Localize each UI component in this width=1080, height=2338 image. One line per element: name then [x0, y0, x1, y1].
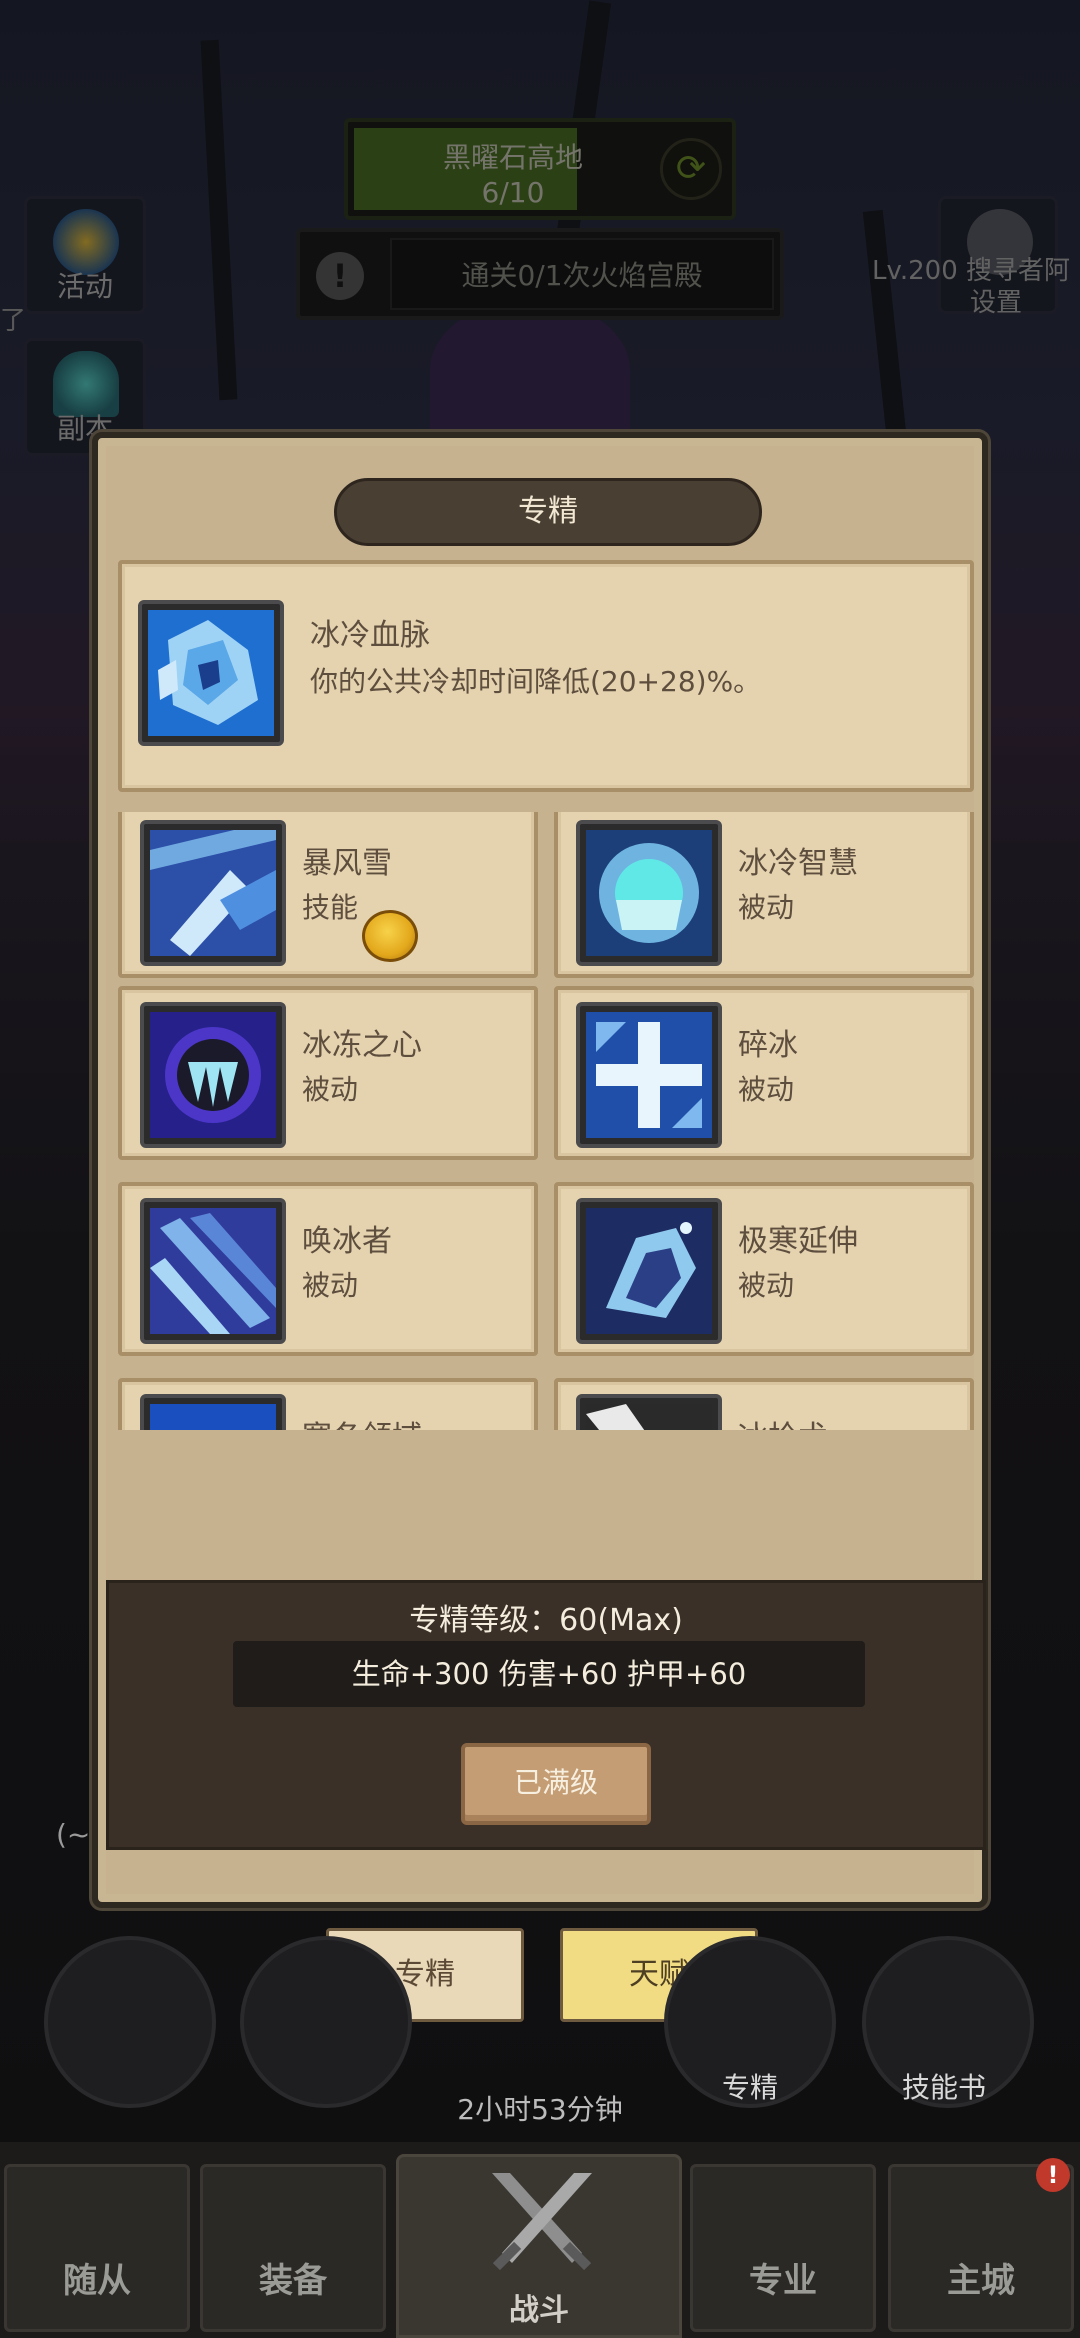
- featured-talent-desc: 你的公共冷却时间降低(20+28)%。: [310, 665, 762, 698]
- talent-name: 唤冰者: [302, 1224, 392, 1259]
- cold-wisdom-icon: [576, 820, 722, 966]
- frozen-heart-icon: [140, 1002, 286, 1148]
- specialization-panel: 专精 冰冷血脉 你的公共冷却时间降低(20+28)%。 暴风雪 技能 冰冷智慧 …: [92, 432, 988, 1908]
- talent-card-ice-caller[interactable]: 唤冰者 被动: [118, 1182, 538, 1356]
- winter-domain-icon: [140, 1394, 286, 1430]
- partial-text: (~: [56, 1818, 91, 1851]
- talent-card-cold-wisdom[interactable]: 冰冷智慧 被动: [554, 812, 974, 978]
- nav-profession[interactable]: 专业: [690, 2164, 876, 2332]
- talent-type: 被动: [738, 1073, 795, 1106]
- extreme-cold-icon: [576, 1198, 722, 1344]
- spec-level-section: 专精等级：60(Max) 生命+300 伤害+60 护甲+60 已满级: [106, 1580, 986, 1850]
- talent-name: 冰冷智慧: [738, 846, 858, 881]
- nav-equipment[interactable]: 装备: [200, 2164, 386, 2332]
- nav-label: 主城: [947, 2261, 1015, 2301]
- nav-followers[interactable]: 随从: [4, 2164, 190, 2332]
- nav-label: 随从: [63, 2261, 131, 2301]
- talent-card-ice-lance[interactable]: 冰枪术 60级开启: [554, 1378, 974, 1430]
- talent-name: 极寒延伸: [738, 1224, 858, 1259]
- talent-type: 被动: [302, 1269, 359, 1302]
- talent-card-shatter[interactable]: 碎冰 被动: [554, 986, 974, 1160]
- ice-caller-icon: [140, 1198, 286, 1344]
- talent-type: 被动: [302, 1073, 359, 1106]
- max-level-button[interactable]: 已满级: [461, 1743, 651, 1825]
- talent-name: 暴风雪: [302, 846, 392, 881]
- shatter-icon: [576, 1002, 722, 1148]
- talent-name: 冰冻之心: [302, 1028, 422, 1063]
- talent-type: 技能: [302, 891, 359, 924]
- talent-card-frozen-heart[interactable]: 冰冻之心 被动: [118, 986, 538, 1160]
- talent-name: 碎冰: [738, 1028, 798, 1063]
- nav-label: 专业: [749, 2261, 817, 2301]
- talent-card-extreme-cold[interactable]: 极寒延伸 被动: [554, 1182, 974, 1356]
- gold-coin-icon: [362, 910, 418, 962]
- talent-card-blizzard[interactable]: 暴风雪 技能: [118, 812, 538, 978]
- nav-label: 战斗: [509, 2293, 569, 2328]
- potion-button[interactable]: [44, 1936, 216, 2108]
- featured-talent-card[interactable]: 冰冷血脉 你的公共冷却时间降低(20+28)%。: [118, 560, 974, 792]
- talent-grid: 暴风雪 技能 冰冷智慧 被动 冰冻之心 被动 碎冰 被动 唤冰者 被动 极寒延伸…: [118, 812, 974, 1430]
- talent-name: 冰枪术: [738, 1412, 828, 1430]
- panel-title: 专精: [334, 478, 762, 546]
- round-button[interactable]: [240, 1936, 412, 2108]
- talent-card-winter-domain[interactable]: 寒冬领域 技能: [118, 1378, 538, 1430]
- notification-badge: !: [1036, 2158, 1070, 2192]
- nav-label: 装备: [259, 2261, 327, 2301]
- featured-talent-name: 冰冷血脉: [310, 618, 430, 653]
- idle-timer: 2小时53分钟: [457, 2093, 623, 2126]
- crossed-swords-icon: [492, 2173, 592, 2271]
- frost-blood-icon: [138, 600, 284, 746]
- nav-battle[interactable]: 战斗: [396, 2154, 682, 2338]
- spec-stats-bar: 生命+300 伤害+60 护甲+60: [233, 1641, 865, 1707]
- talent-name: 寒冬领域: [302, 1412, 422, 1430]
- talent-type: 被动: [738, 891, 795, 924]
- talent-type: 被动: [738, 1269, 795, 1302]
- ice-lance-icon: [576, 1394, 722, 1430]
- spec-level-text: 专精等级：60(Max): [409, 1603, 683, 1638]
- blizzard-icon: [140, 820, 286, 966]
